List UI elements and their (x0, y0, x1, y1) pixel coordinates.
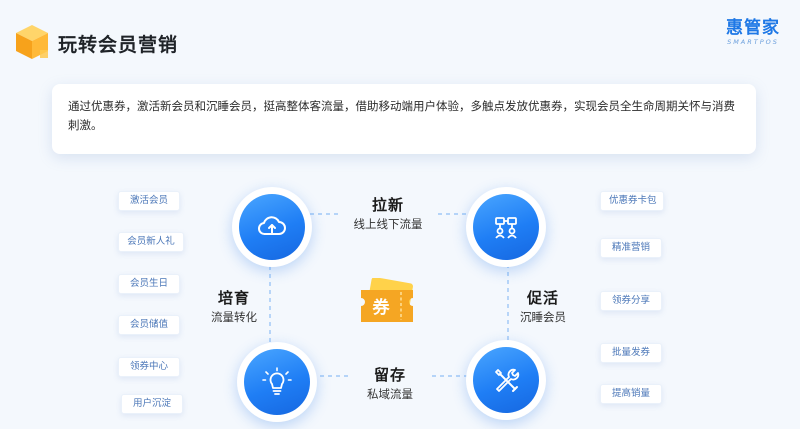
ticket-text: 券 (372, 297, 391, 318)
left-tag: 会员生日 (118, 274, 180, 294)
left-tag: 会员新人礼 (118, 232, 184, 252)
right-tag: 批量发券 (600, 343, 662, 363)
left-tag: 激活会员 (118, 191, 180, 211)
quadrant-left-sub: 流量转化 (211, 310, 257, 324)
page: 玩转会员营销 惠管家 SMARTPOS 通过优惠券，激活新会员和沉睡会员，挺高整… (0, 0, 800, 429)
node-retain (466, 340, 546, 420)
quadrant-right-sub: 沉睡会员 (520, 310, 566, 324)
intro-text: 通过优惠券，激活新会员和沉睡会员，挺高整体客流量，借助移动端用户体验，多触点发放… (68, 99, 735, 132)
node-activate (466, 187, 546, 267)
right-tag: 提高销量 (600, 384, 662, 404)
quadrant-top-sub: 线上线下流量 (353, 217, 423, 231)
quadrant-right-title: 促活 (526, 289, 559, 307)
coupon-ticket-icon: 券 (361, 278, 413, 322)
lightbulb-icon (262, 367, 292, 395)
brand-logo: 惠管家 SMARTPOS (726, 18, 780, 47)
brand-sub: SMARTPOS (727, 38, 779, 46)
quadrant-bottom-title: 留存 (373, 366, 406, 384)
intro-card: 通过优惠券，激活新会员和沉睡会员，挺高整体客流量，借助移动端用户体验，多触点发放… (52, 84, 756, 154)
tools-icon (495, 368, 520, 392)
left-tag: 用户沉淀 (121, 394, 183, 414)
quadrant-bottom-sub: 私域流量 (367, 387, 413, 401)
right-tag: 精准营销 (600, 238, 662, 258)
node-acquire (232, 187, 312, 267)
left-tag: 会员储值 (118, 315, 180, 335)
left-tag: 领券中心 (118, 357, 180, 377)
quadrant-top-title: 拉新 (371, 196, 404, 214)
cloud-upload-icon (258, 216, 286, 235)
node-nurture (237, 342, 317, 422)
right-tag: 领券分享 (600, 291, 662, 311)
brand-name: 惠管家 (726, 18, 780, 38)
cube-icon (16, 25, 48, 59)
people-network-icon (495, 217, 517, 239)
right-tag: 优惠券卡包 (600, 191, 664, 211)
quadrant-left-title: 培育 (217, 289, 250, 307)
page-title: 玩转会员营销 (58, 34, 179, 56)
